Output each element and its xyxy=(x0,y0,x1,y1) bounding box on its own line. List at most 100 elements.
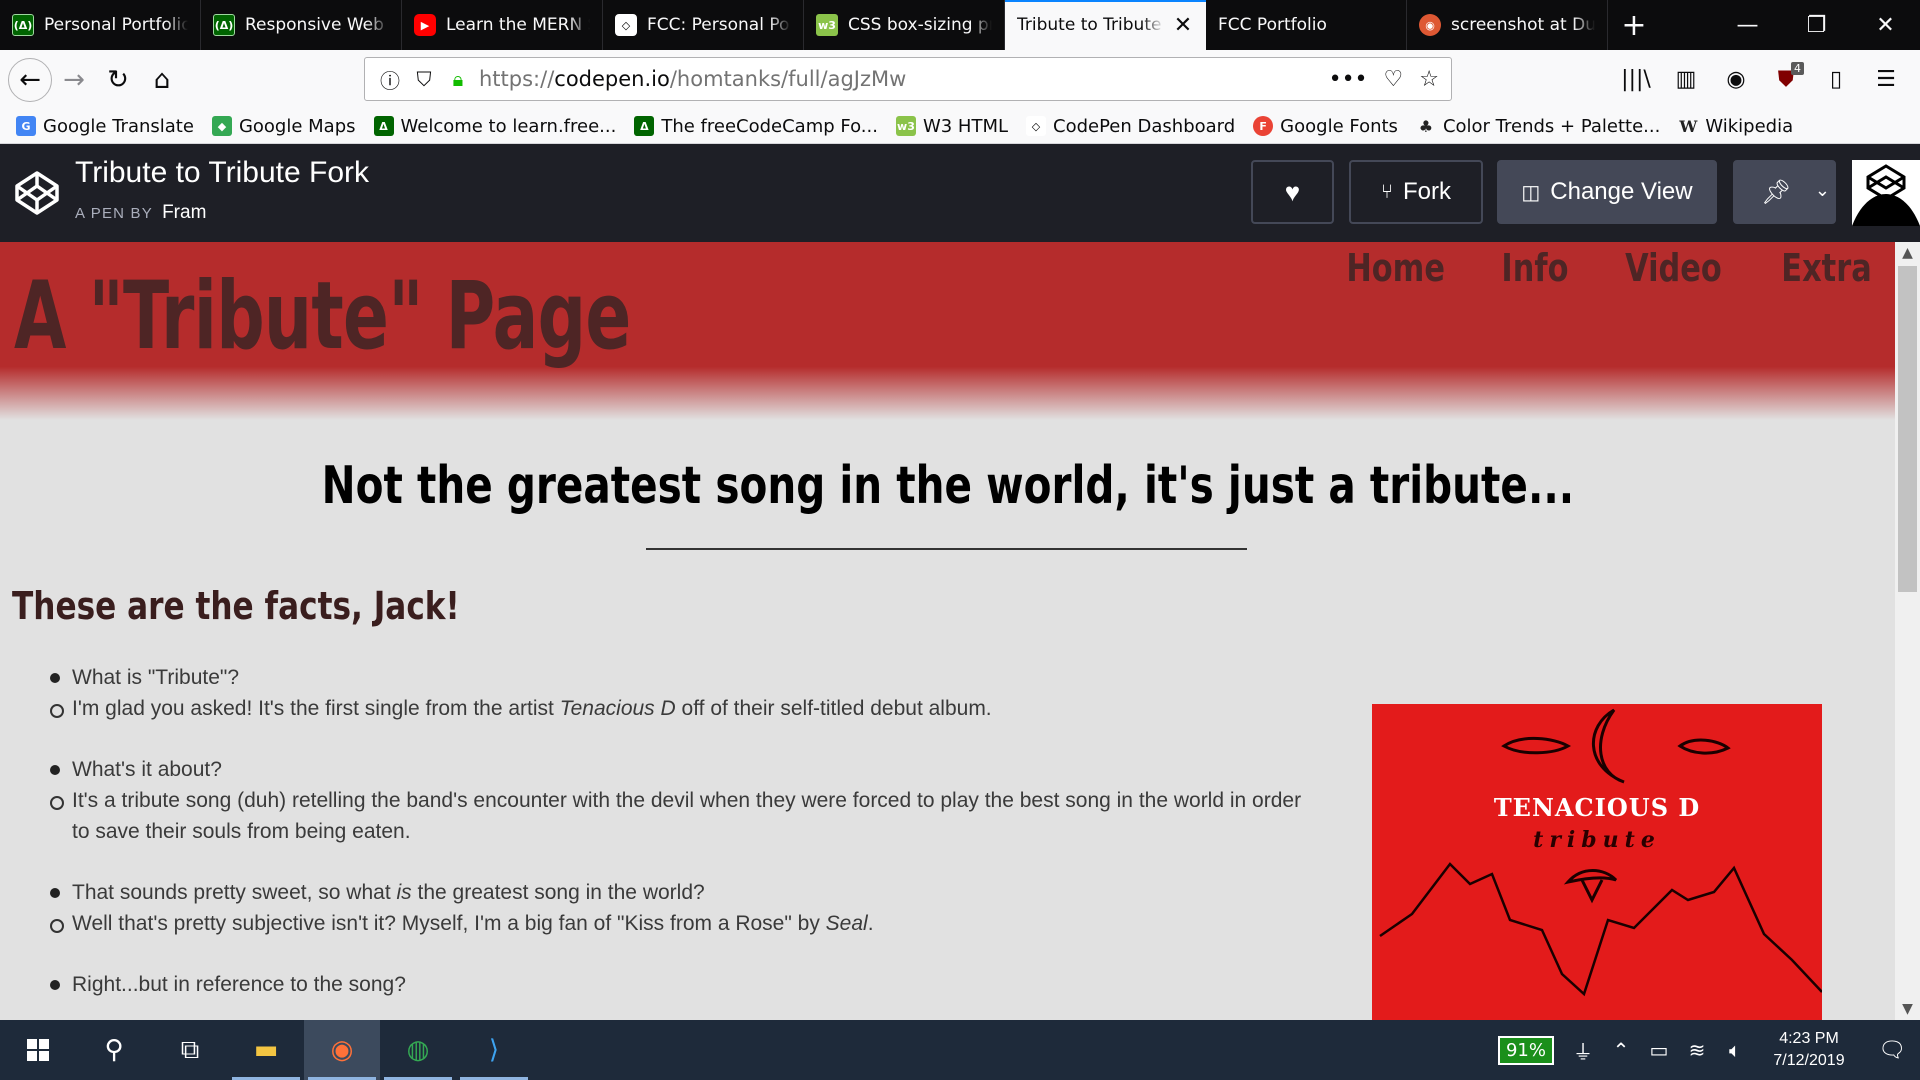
bookmark-google-maps[interactable]: ◆ Google Maps xyxy=(211,116,356,137)
chrome-icon[interactable]: ◍ xyxy=(380,1020,456,1080)
nav-link-info[interactable]: Info xyxy=(1502,246,1569,290)
ublock-icon[interactable]: ⛊ 4 xyxy=(1764,58,1808,102)
tab-title: Personal Portfolio xyxy=(44,15,188,35)
heart-button[interactable]: ♥ xyxy=(1251,160,1334,224)
url-bar[interactable]: ⓘ ⛉ 🔒︎ https:// codepen.io /homtanks/ful… xyxy=(364,57,1452,101)
album-song-title: tribute xyxy=(1533,827,1661,853)
plug-icon[interactable]: ⏚ xyxy=(1564,1036,1602,1065)
answer-text: off of their self-titled debut album. xyxy=(675,697,992,720)
pin-button[interactable]: 📌︎ ⌄ xyxy=(1733,160,1836,224)
scrollbar-thumb[interactable] xyxy=(1898,266,1917,592)
user-avatar[interactable] xyxy=(1852,160,1920,226)
bookmark-star-icon[interactable]: ☆ xyxy=(1419,67,1439,92)
bookmark-google-translate[interactable]: G Google Translate xyxy=(16,116,194,137)
answer-text: Well that's pretty subjective isn't it? … xyxy=(72,912,826,935)
minimize-icon[interactable]: — xyxy=(1713,0,1782,50)
vscode-icon[interactable]: ⟩ xyxy=(456,1020,532,1080)
faq-question: That sounds pretty sweet, so what is the… xyxy=(48,877,1348,908)
tab-responsive-web-design[interactable]: (Δ) Responsive Web Design xyxy=(201,0,402,50)
windows-start-icon[interactable] xyxy=(0,1020,76,1080)
battery-tray-icon[interactable]: ▭ xyxy=(1640,1038,1678,1062)
youtube-icon: ▶ xyxy=(414,14,436,36)
bookmark-freecodecamp-forum[interactable]: Δ The freeCodeCamp Fo... xyxy=(634,116,878,137)
forward-arrow-icon[interactable]: → xyxy=(52,58,96,102)
page-actions-icon[interactable]: ••• xyxy=(1329,67,1368,92)
codepen-logo-icon[interactable] xyxy=(14,170,60,216)
volume-icon[interactable]: 🔈︎ xyxy=(1716,1038,1754,1062)
scroll-down-icon[interactable]: ▼ xyxy=(1895,998,1920,1020)
hero-header: A "Tribute" Page Home Info Video Extra xyxy=(0,242,1895,420)
google-maps-icon: ◆ xyxy=(211,116,232,136)
mobile-icon[interactable]: ▯ xyxy=(1814,58,1858,102)
tab-fcc-personal-portfolio[interactable]: ◇ FCC: Personal Portfolio xyxy=(603,0,804,50)
shield-icon[interactable]: ⛉ xyxy=(411,67,437,91)
account-icon[interactable]: ◉ xyxy=(1714,58,1758,102)
sidebar-icon[interactable]: ▥ xyxy=(1664,58,1708,102)
tab-title: Responsive Web Design xyxy=(245,15,389,35)
page-scrollbar[interactable]: ▲ ▼ xyxy=(1895,242,1920,1020)
change-view-button[interactable]: ◫ Change View xyxy=(1497,160,1717,224)
fcc-icon: (Δ) xyxy=(213,14,235,36)
fork-label: Fork xyxy=(1403,178,1451,205)
scroll-up-icon[interactable]: ▲ xyxy=(1895,242,1920,264)
url-scheme: https:// xyxy=(479,67,555,91)
firefox-icon[interactable]: ◉ xyxy=(304,1020,380,1080)
tab-screenshot-ddg[interactable]: ◉ screenshot at DuckDuckGo xyxy=(1407,0,1608,50)
tab-personal-portfolio[interactable]: (Δ) Personal Portfolio xyxy=(0,0,201,50)
lock-icon[interactable]: 🔒︎ xyxy=(445,67,471,91)
duckduckgo-icon: ◉ xyxy=(1419,14,1441,36)
bookmark-codepen-dashboard[interactable]: ◇ CodePen Dashboard xyxy=(1026,116,1235,137)
chevron-up-icon[interactable]: ⌃ xyxy=(1602,1038,1640,1062)
tab-css-box-sizing[interactable]: w3 CSS box-sizing property xyxy=(804,0,1005,50)
album-band-name: TENACIOUS D xyxy=(1493,793,1701,822)
faq-answer: It's a tribute song (duh) retelling the … xyxy=(48,785,1318,847)
answer-text: . xyxy=(867,912,874,935)
site-nav: Home Info Video Extra xyxy=(1334,246,1883,290)
tagline-text: Not the greatest song in the world, it's… xyxy=(321,456,1574,516)
new-tab-button[interactable]: + xyxy=(1608,0,1660,50)
nav-link-home[interactable]: Home xyxy=(1346,246,1445,290)
pocket-icon[interactable]: ♡ xyxy=(1384,67,1404,92)
clock[interactable]: 4:23 PM 7/12/2019 xyxy=(1754,1028,1864,1072)
library-icon[interactable]: |||\ xyxy=(1614,58,1658,102)
split-divider xyxy=(1805,162,1807,222)
home-icon[interactable]: ⌂ xyxy=(140,58,184,102)
nav-link-video[interactable]: Video xyxy=(1625,246,1722,290)
close-window-icon[interactable]: ✕ xyxy=(1851,0,1920,50)
wifi-icon[interactable]: ≋ xyxy=(1678,1038,1716,1062)
faq-item: What is "Tribute"? I'm glad you asked! I… xyxy=(48,662,1348,724)
fork-button[interactable]: ⑂ Fork xyxy=(1349,160,1483,224)
bookmark-google-fonts[interactable]: F Google Fonts xyxy=(1253,116,1398,137)
menu-icon[interactable]: ☰ xyxy=(1864,58,1908,102)
tab-learn-mern[interactable]: ▶ Learn the MERN Stack xyxy=(402,0,603,50)
album-cover-image: TENACIOUS D tribute xyxy=(1372,704,1822,1020)
palette-icon: ♣ xyxy=(1418,116,1434,136)
bookmark-learn-freecodecamp[interactable]: Δ Welcome to learn.free... xyxy=(373,116,616,137)
bookmark-label: Google Translate xyxy=(43,115,194,137)
bookmark-w3-html[interactable]: w3 W3 HTML xyxy=(895,115,1009,137)
notifications-icon[interactable]: 🗨︎ xyxy=(1864,1038,1920,1063)
faq-question: What is "Tribute"? xyxy=(48,662,1348,693)
battery-indicator[interactable]: 91% xyxy=(1497,1035,1554,1065)
reload-icon[interactable]: ↻ xyxy=(96,58,140,102)
pen-title: Tribute to Tribute Fork xyxy=(75,156,369,189)
pen-author-link[interactable]: Fram xyxy=(162,202,206,223)
file-explorer-icon[interactable]: ▬ xyxy=(228,1020,304,1080)
chevron-down-icon[interactable]: ⌄ xyxy=(1815,180,1830,201)
bookmark-label: W3 HTML xyxy=(922,115,1009,137)
close-tab-icon[interactable]: ✕ xyxy=(1172,13,1194,38)
back-arrow-icon[interactable]: ← xyxy=(8,57,52,102)
pen-byline: A PEN BY Fram xyxy=(75,202,206,224)
tab-title: FCC Portfolio xyxy=(1218,15,1327,35)
task-view-icon[interactable]: ⧉ xyxy=(152,1020,228,1080)
tribute-page: A "Tribute" Page Home Info Video Extra N… xyxy=(0,242,1895,1020)
restore-icon[interactable]: ❐ xyxy=(1782,0,1851,50)
tab-tribute-active[interactable]: Tribute to Tribute Fork ✕ xyxy=(1005,0,1206,50)
bookmark-color-trends[interactable]: ♣ Color Trends + Palette... xyxy=(1416,116,1661,137)
info-icon[interactable]: ⓘ xyxy=(377,65,403,94)
tab-fcc-portfolio[interactable]: FCC Portfolio xyxy=(1206,0,1407,50)
bookmark-wikipedia[interactable]: W Wikipedia xyxy=(1678,116,1793,137)
window-controls: — ❐ ✕ xyxy=(1713,0,1920,50)
search-icon[interactable]: ⚲ xyxy=(76,1020,152,1080)
nav-link-extra[interactable]: Extra xyxy=(1781,246,1871,290)
